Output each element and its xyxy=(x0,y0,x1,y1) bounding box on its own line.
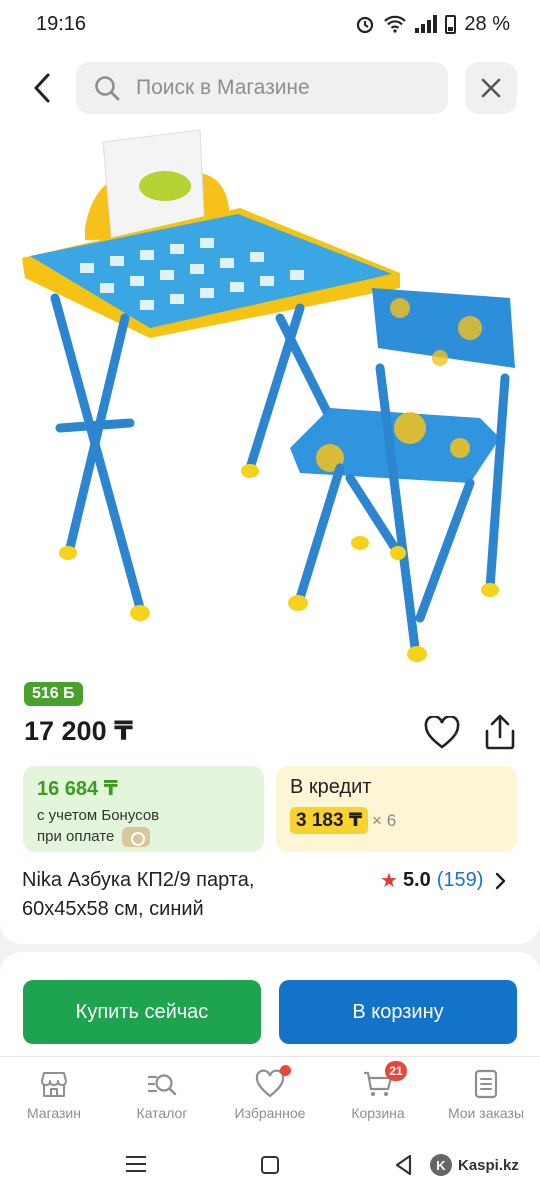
header xyxy=(0,48,540,128)
chevron-left-icon xyxy=(34,73,50,103)
bonus-note-1: с учетом Бонусов xyxy=(37,807,160,824)
bottom-tab-bar: Магазин Каталог Избранное 21 Корзина Мои… xyxy=(0,1056,540,1132)
wifi-icon xyxy=(384,15,407,33)
recent-apps-button[interactable] xyxy=(126,1156,146,1172)
product-card: 516 Б 17 200 ₸ 16 684 ₸ с учетом Бонусов… xyxy=(0,128,540,944)
product-price: 17 200 ₸ xyxy=(24,716,133,746)
buy-now-button[interactable]: Купить сейчас xyxy=(23,980,261,1044)
tab-cart[interactable]: 21 Корзина xyxy=(324,1057,432,1132)
search-bar[interactable] xyxy=(76,62,448,114)
signal-icon xyxy=(415,15,438,33)
system-back-icon[interactable] xyxy=(394,1154,414,1176)
favorites-notification-dot xyxy=(280,1065,291,1076)
credit-payment: 3 183 ₸ xyxy=(290,807,369,834)
battery-percent: 28 % xyxy=(464,12,510,35)
rating-value: 5.0 xyxy=(402,869,431,891)
system-nav-bar: K Kaspi.kz xyxy=(0,1132,540,1200)
brand-label: Kaspi.kz xyxy=(458,1156,519,1174)
action-bar: Купить сейчас В корзину xyxy=(0,952,540,1056)
catalog-icon xyxy=(147,1074,177,1096)
credit-title: В кредит xyxy=(290,776,372,798)
status-icons: 28 % xyxy=(355,13,510,36)
tab-catalog[interactable]: Каталог xyxy=(108,1057,216,1132)
credit-box[interactable]: В кредит 3 183 ₸ × 6 xyxy=(276,766,517,852)
tab-orders-label: Мои заказы xyxy=(447,1105,525,1121)
orders-icon xyxy=(474,1069,498,1099)
status-time: 19:16 xyxy=(36,12,87,35)
tab-cart-label: Корзина xyxy=(351,1105,405,1121)
tab-favorites[interactable]: Избранное xyxy=(216,1057,324,1132)
favorite-heart-icon[interactable] xyxy=(424,716,460,750)
shop-icon xyxy=(41,1072,67,1097)
chevron-right-icon xyxy=(496,872,506,889)
battery-icon xyxy=(445,14,457,34)
search-input[interactable] xyxy=(136,76,426,100)
back-button[interactable] xyxy=(22,66,62,110)
tab-shop[interactable]: Магазин xyxy=(0,1057,108,1132)
star-icon: ★ xyxy=(380,870,398,892)
tab-orders[interactable]: Мои заказы xyxy=(432,1057,540,1132)
bonus-note-2-row: при оплате xyxy=(37,826,250,848)
search-icon xyxy=(95,76,120,101)
bonus-price-box[interactable]: 16 684 ₸ с учетом Бонусов при оплате xyxy=(23,766,264,852)
bonus-price: 16 684 ₸ xyxy=(37,778,118,800)
tab-catalog-label: Каталог xyxy=(136,1105,188,1121)
close-icon xyxy=(481,78,501,98)
tab-favorites-label: Избранное xyxy=(234,1105,306,1121)
alarm-icon xyxy=(357,16,374,34)
credit-months: × 6 xyxy=(372,810,397,830)
bonus-badge: 516 Б xyxy=(24,682,83,706)
rating-link[interactable]: ★ 5.0 (159) xyxy=(380,868,507,893)
reviews-count: (159) xyxy=(436,869,484,891)
close-button[interactable] xyxy=(465,62,517,114)
kaspi-brand: K Kaspi.kz xyxy=(430,1154,519,1176)
bonus-note-2: при оплате xyxy=(37,828,115,845)
status-bar: 19:16 28 % xyxy=(0,0,540,48)
cart-count-badge: 21 xyxy=(385,1061,407,1081)
kaspi-logo-icon: K xyxy=(430,1154,452,1176)
product-image[interactable] xyxy=(0,128,540,668)
credit-row: 3 183 ₸ × 6 xyxy=(290,807,503,834)
tab-shop-label: Магазин xyxy=(26,1105,81,1121)
home-button[interactable] xyxy=(261,1156,279,1174)
product-title: Nika Азбука КП2/9 парта, 60х45х58 см, си… xyxy=(22,869,255,920)
share-icon[interactable] xyxy=(482,713,518,751)
add-to-cart-button[interactable]: В корзину xyxy=(279,980,517,1044)
kaspi-coin-icon xyxy=(122,827,151,848)
